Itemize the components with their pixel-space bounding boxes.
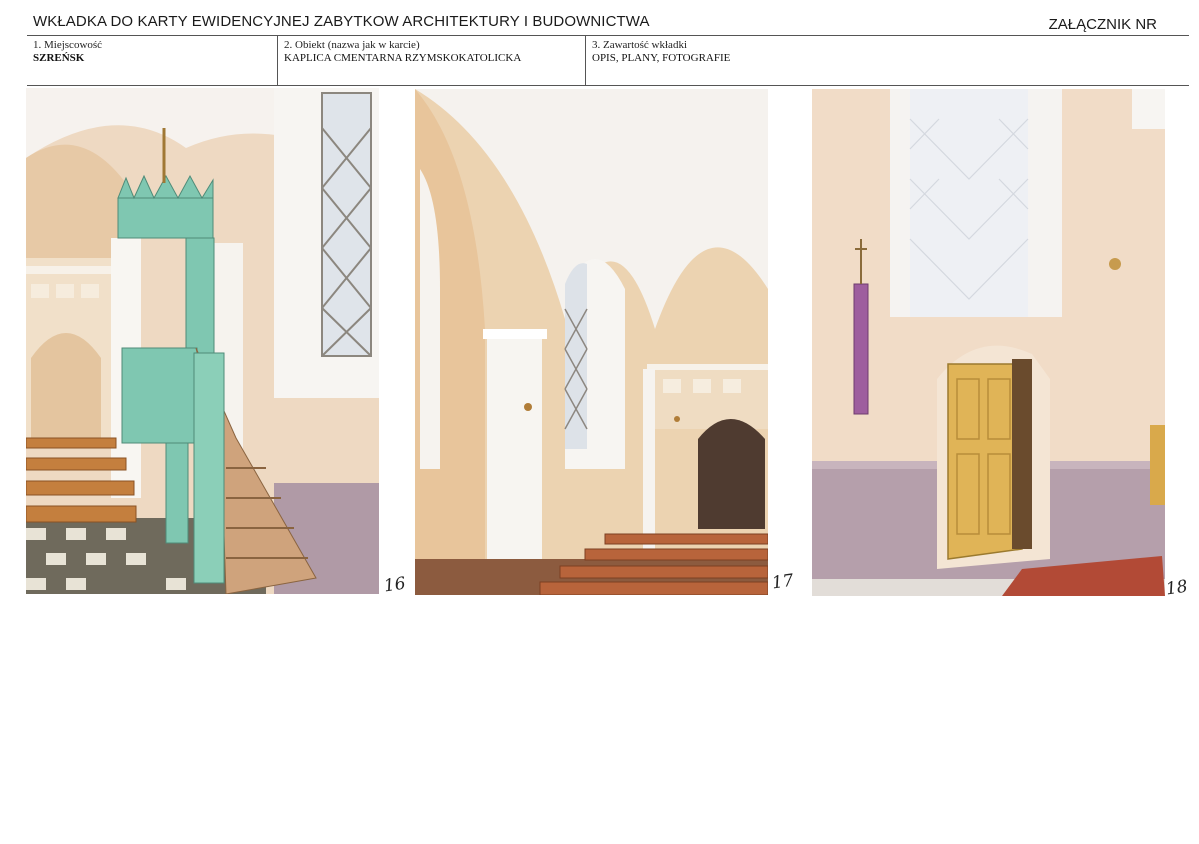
photo-pulpit-interior — [26, 88, 379, 594]
photo-number-17: 17 — [770, 570, 795, 594]
form-header-table: 1. Miejscowość SZREŃSK 2. Obiekt (nazwa … — [27, 35, 1189, 86]
field-locality: 1. Miejscowość SZREŃSK — [27, 36, 277, 86]
document-page: WKŁADKA DO KARTY EWIDENCYJNEJ ZABYTKOW A… — [0, 0, 1199, 844]
field-object-label: 2. Obiekt (nazwa jak w karcie) — [284, 39, 420, 51]
field-locality-label: 1. Miejscowość — [33, 39, 103, 51]
photo-nave-interior — [415, 89, 768, 595]
document-title: WKŁADKA DO KARTY EWIDENCYJNEJ ZABYTKOW A… — [33, 13, 650, 30]
field-locality-value: SZREŃSK — [33, 52, 85, 64]
field-object-value: KAPLICA CMENTARNA RZYMSKOKATOLICKA — [284, 52, 522, 64]
field-contents-value: OPIS, PLANY, FOTOGRAFIE — [592, 52, 731, 64]
annex-label: ZAŁĄCZNIK NR — [1048, 16, 1157, 33]
photo-number-18: 18 — [1164, 576, 1189, 600]
field-contents-label: 3. Zawartość wkładki — [592, 39, 687, 51]
field-contents: 3. Zawartość wkładki OPIS, PLANY, FOTOGR… — [585, 36, 1189, 86]
photo-door-wall — [812, 89, 1165, 596]
photo-number-16: 16 — [382, 573, 407, 597]
field-object: 2. Obiekt (nazwa jak w karcie) KAPLICA C… — [277, 36, 585, 86]
